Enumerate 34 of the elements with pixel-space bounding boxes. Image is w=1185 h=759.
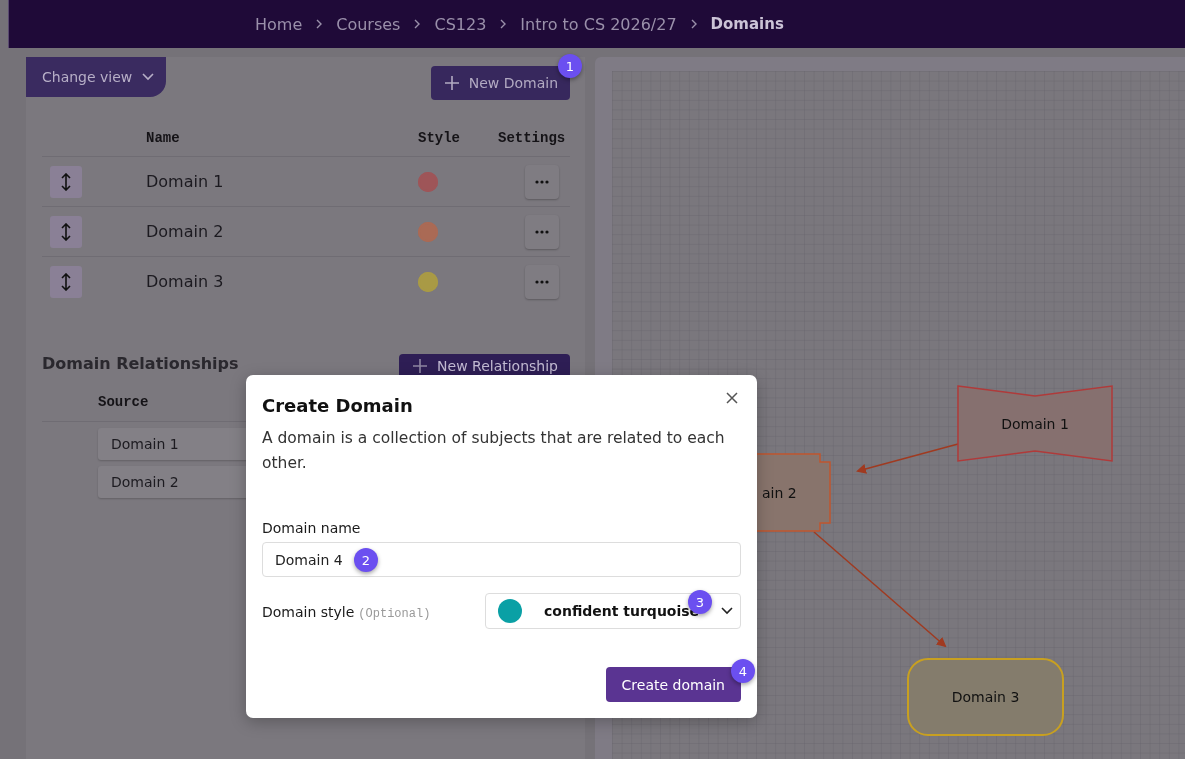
- drag-handle[interactable]: [50, 215, 82, 248]
- column-header: Style: [418, 130, 461, 146]
- step-badge: 1: [558, 54, 582, 78]
- chevron-down-icon: [142, 73, 155, 81]
- diagram-node[interactable]: Domain 3: [907, 658, 1064, 736]
- domain-name: Domain 2: [146, 222, 225, 241]
- color-swatch: [498, 599, 522, 623]
- ellipsis-icon: [535, 229, 549, 234]
- plus-icon: [444, 76, 459, 90]
- optional-hint: (Optional): [358, 606, 431, 621]
- dialog-title: Create Domain: [262, 395, 413, 416]
- step-badge: 4: [731, 659, 755, 683]
- plus-icon: [413, 358, 428, 373]
- drag-handle[interactable]: [50, 165, 82, 198]
- drag-handle[interactable]: [50, 265, 82, 298]
- domain-name: Domain 3: [146, 272, 225, 291]
- column-header: Source: [98, 394, 149, 410]
- column-header: Name: [146, 130, 181, 146]
- diagram-node[interactable]: Domain 1: [957, 385, 1113, 462]
- breadcrumb-link[interactable]: Home: [255, 14, 303, 34]
- section-title: Domain Relationships: [42, 354, 239, 373]
- field-label: Domain style: [262, 603, 355, 620]
- ellipsis-icon: [535, 179, 549, 184]
- column-header: Settings: [498, 130, 567, 146]
- change-view-button[interactable]: Change view: [26, 57, 166, 97]
- breadcrumb-link[interactable]: Intro to CS 2026/27: [520, 14, 677, 34]
- field-label: Domain name: [262, 520, 362, 536]
- domain-name: Domain 1: [146, 172, 225, 191]
- breadcrumb-link[interactable]: CS123: [434, 14, 487, 34]
- chevron-down-icon: [721, 607, 734, 615]
- breadcrumb-link[interactable]: Courses: [336, 14, 401, 34]
- breadcrumb-link[interactable]: Domains: [710, 15, 784, 33]
- ellipsis-icon: [535, 279, 549, 284]
- new-relationship-button[interactable]: New Relationship: [399, 354, 570, 375]
